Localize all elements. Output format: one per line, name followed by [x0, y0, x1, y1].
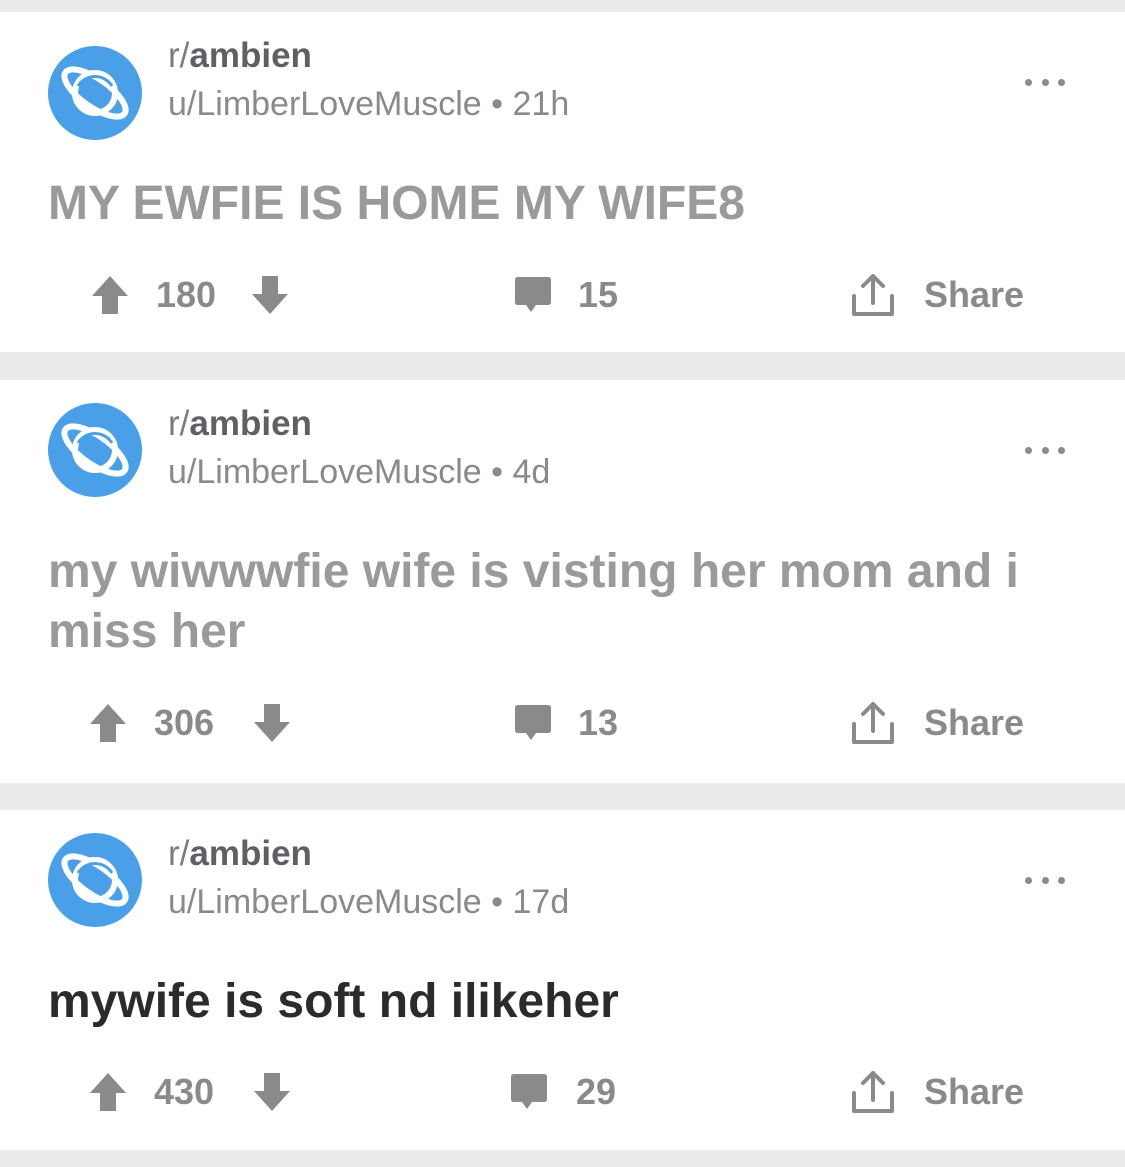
downvote-button[interactable] [250, 270, 290, 320]
more-options-icon[interactable] [1025, 874, 1065, 886]
upvote-arrow-icon [90, 704, 126, 742]
subreddit-label: ambien [189, 834, 312, 873]
more-options-icon[interactable] [1025, 444, 1065, 456]
post-title[interactable]: mywife is soft nd ilikeher [48, 972, 1088, 1032]
comments-button[interactable] [512, 698, 554, 748]
downvote-arrow-icon [254, 1073, 290, 1111]
comments-button[interactable] [508, 1067, 550, 1117]
comment-bubble-icon [515, 277, 551, 312]
comment-count: 29 [576, 1071, 617, 1112]
share-label: Share [924, 1071, 1025, 1112]
action-bar: 306 13 Share [0, 698, 1125, 748]
subreddit-avatar[interactable] [48, 403, 142, 497]
comments-button[interactable] [512, 270, 554, 320]
subreddit-prefix: r/ [168, 36, 190, 75]
post-meta[interactable]: u/LimberLoveMuscle • 17d [168, 882, 569, 922]
post-card[interactable]: r/ambien u/LimberLoveMuscle • 21h MY EWF… [0, 12, 1125, 352]
share-label: Share [924, 274, 1025, 315]
subreddit-name[interactable]: r/ambien [168, 834, 312, 874]
upvote-arrow-icon [90, 1073, 126, 1111]
subreddit-prefix: r/ [168, 404, 190, 443]
action-bar: 180 15 Share [0, 270, 1125, 320]
share-button[interactable]: Share [848, 270, 1024, 320]
comment-count: 15 [578, 274, 619, 315]
share-label: Share [924, 702, 1025, 743]
comment-bubble-icon [511, 1074, 547, 1109]
downvote-arrow-icon [254, 704, 290, 742]
subreddit-prefix: r/ [168, 834, 190, 873]
share-icon [852, 702, 894, 744]
share-button[interactable]: Share [848, 698, 1024, 748]
upvote-count: 306 [154, 702, 215, 743]
downvote-button[interactable] [252, 698, 292, 748]
post-meta[interactable]: u/LimberLoveMuscle • 21h [168, 84, 569, 124]
planet-icon [61, 66, 129, 120]
share-icon [852, 1071, 894, 1113]
post-title[interactable]: my wiwwwfie wife is visting her mom and … [48, 542, 1088, 662]
subreddit-label: ambien [189, 404, 312, 443]
planet-icon [61, 853, 129, 907]
subreddit-avatar[interactable] [48, 46, 142, 140]
downvote-button[interactable] [252, 1067, 292, 1117]
subreddit-name[interactable]: r/ambien [168, 404, 312, 444]
post-feed: r/ambien u/LimberLoveMuscle • 21h MY EWF… [0, 0, 1125, 1167]
share-button[interactable]: Share [848, 1067, 1024, 1117]
upvote-arrow-icon [92, 276, 128, 314]
comment-bubble-icon [515, 705, 551, 740]
planet-icon [61, 423, 129, 477]
more-options-icon[interactable] [1025, 76, 1065, 88]
share-icon [852, 274, 894, 316]
post-title[interactable]: MY EWFIE IS HOME MY WIFE8 [48, 174, 1088, 234]
subreddit-name[interactable]: r/ambien [168, 36, 312, 76]
subreddit-avatar[interactable] [48, 833, 142, 927]
downvote-arrow-icon [252, 276, 288, 314]
subreddit-label: ambien [189, 36, 312, 75]
upvote-count: 430 [154, 1071, 215, 1112]
upvote-count: 180 [156, 274, 217, 315]
post-meta[interactable]: u/LimberLoveMuscle • 4d [168, 452, 550, 492]
upvote-button[interactable] [88, 698, 128, 748]
post-card[interactable]: r/ambien u/LimberLoveMuscle • 4d my wiww… [0, 380, 1125, 783]
comment-count: 13 [578, 702, 619, 743]
upvote-button[interactable] [90, 270, 130, 320]
action-bar: 430 29 Share [0, 1067, 1125, 1117]
upvote-button[interactable] [88, 1067, 128, 1117]
post-card[interactable]: r/ambien u/LimberLoveMuscle • 17d mywife… [0, 810, 1125, 1150]
